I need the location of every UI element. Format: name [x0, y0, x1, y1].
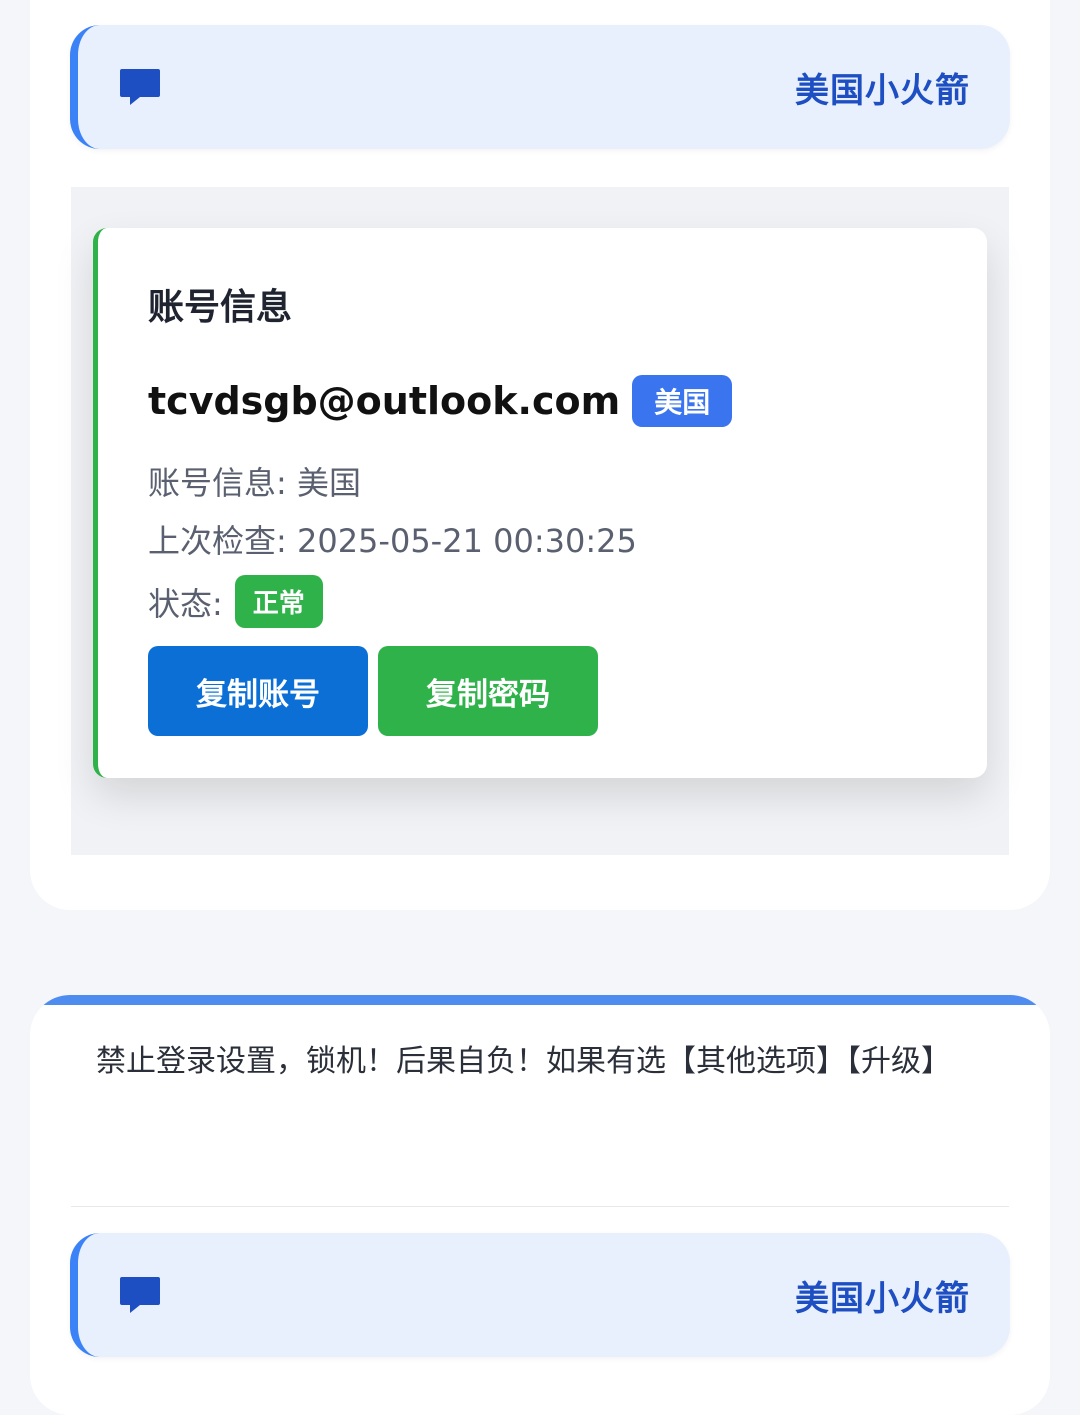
- account-info-line: 账号信息: 美国: [148, 458, 361, 504]
- status-label: 状态:: [148, 584, 223, 623]
- notice-text: 禁止登录设置，锁机！后果自负！如果有选【其他选项】【升级】: [96, 1044, 951, 1079]
- region-badge: 美国: [632, 375, 733, 427]
- last-check-label: 上次检查:: [148, 522, 287, 560]
- product-header[interactable]: 美国小火箭: [70, 1233, 1010, 1357]
- divider: [71, 1206, 1009, 1207]
- last-check-line: 上次检查: 2025-05-21 00:30:25: [148, 516, 637, 562]
- product-header[interactable]: 美国小火箭: [70, 25, 1010, 149]
- chat-bubble-icon: [120, 69, 160, 105]
- status-line: 状态: 正常: [148, 575, 323, 628]
- account-info-value: 美国: [296, 464, 361, 502]
- last-check-value: 2025-05-21 00:30:25: [296, 522, 637, 560]
- account-email: tcvdsgb@outlook.com: [148, 379, 621, 423]
- status-badge: 正常: [234, 575, 323, 628]
- product-title: 美国小火箭: [795, 1279, 970, 1319]
- copy-account-button[interactable]: 复制账号: [148, 646, 368, 736]
- email-row: tcvdsgb@outlook.com 美国: [148, 375, 733, 427]
- product-title: 美国小火箭: [795, 71, 970, 111]
- account-card: 账号信息 tcvdsgb@outlook.com 美国 账号信息: 美国 上次检…: [93, 228, 987, 778]
- chat-bubble-icon: [120, 1277, 160, 1313]
- copy-password-button[interactable]: 复制密码: [378, 646, 598, 736]
- card-title: 账号信息: [148, 287, 293, 328]
- account-info-label: 账号信息:: [148, 464, 287, 502]
